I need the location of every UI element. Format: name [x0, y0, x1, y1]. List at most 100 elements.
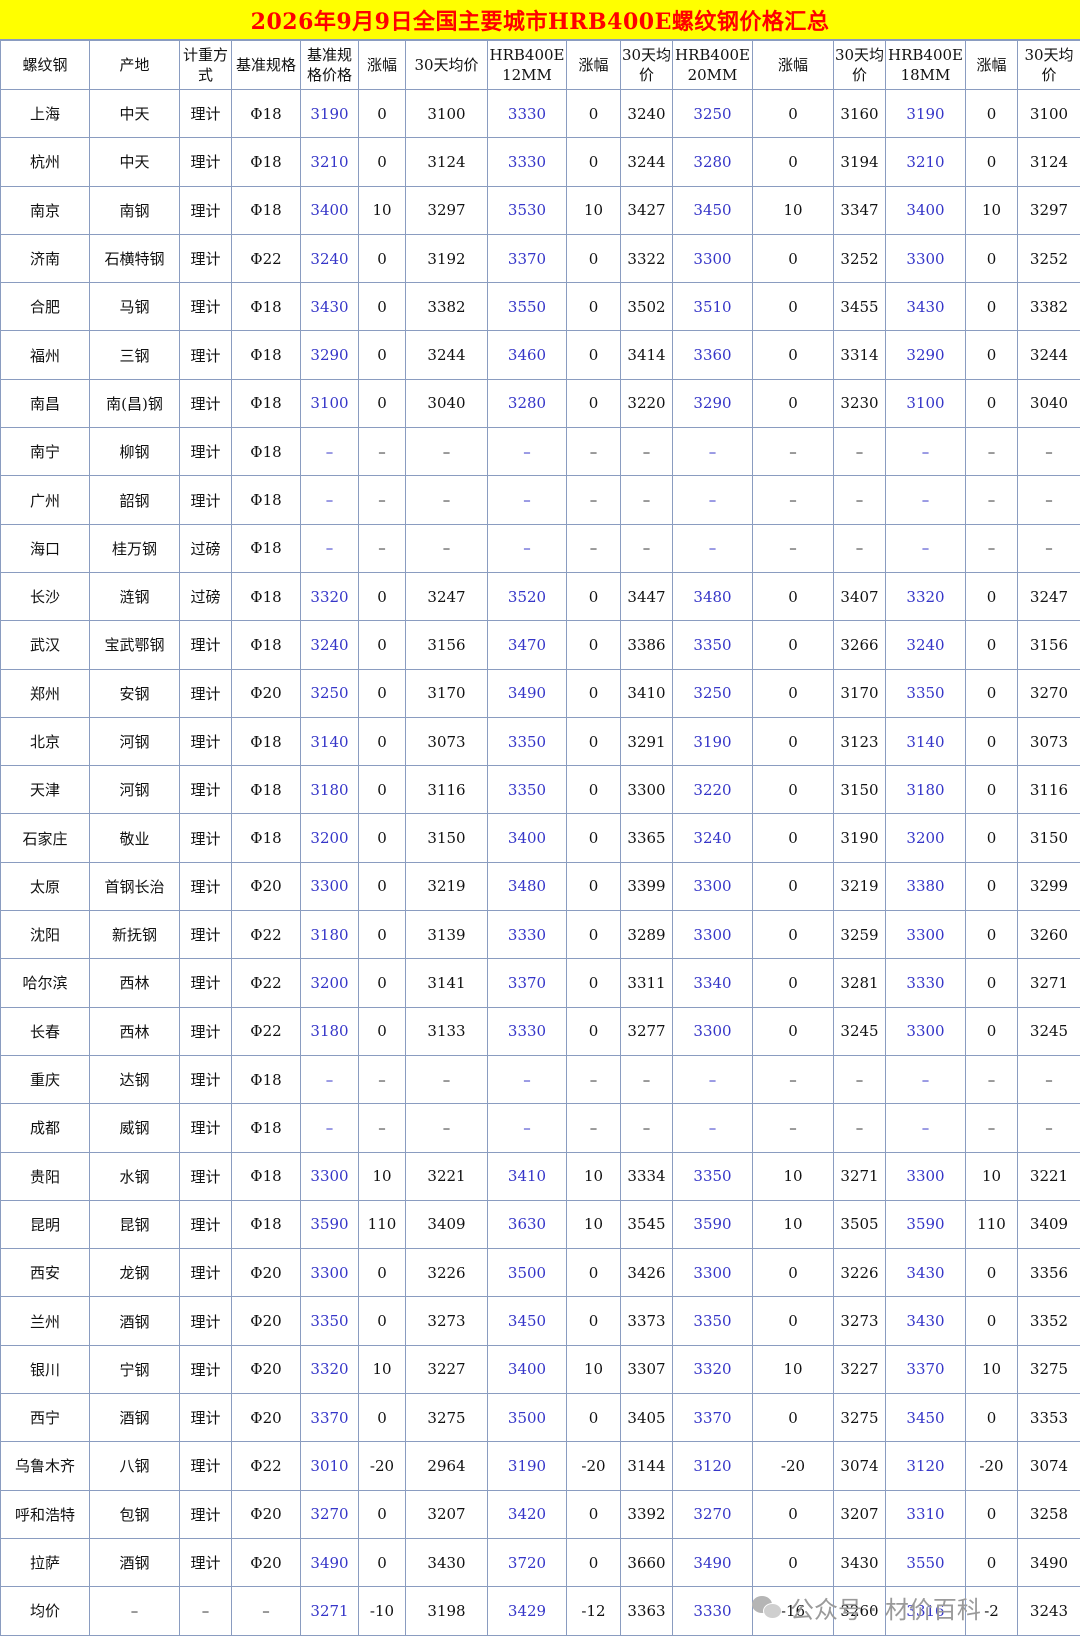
table-cell: 理计 — [180, 1345, 232, 1393]
table-cell: 3100 — [886, 379, 966, 427]
table-cell: 3490 — [301, 1538, 359, 1586]
table-cell: Φ18 — [232, 283, 301, 331]
table-cell: 3220 — [673, 766, 753, 814]
table-cell: 3350 — [673, 1297, 753, 1345]
table-row: 郑州安钢理计Φ203250031703490034103250031703350… — [1, 669, 1080, 717]
table-row: 哈尔滨西林理计Φ22320003141337003311334003281333… — [1, 959, 1080, 1007]
table-cell: 0 — [966, 621, 1018, 669]
table-cell: 3405 — [621, 1394, 673, 1442]
table-cell: – — [834, 524, 886, 572]
table-cell: 3505 — [834, 1200, 886, 1248]
table-cell: 3192 — [406, 234, 488, 282]
table-cell: 3330 — [886, 959, 966, 1007]
table-cell: – — [834, 428, 886, 476]
column-header: HRB400E 20MM — [673, 41, 753, 90]
city-cell: 济南 — [1, 234, 90, 282]
table-cell: 3386 — [621, 621, 673, 669]
table-cell: 3250 — [673, 669, 753, 717]
city-cell: 杭州 — [1, 138, 90, 186]
table-cell: 0 — [753, 1007, 834, 1055]
table-cell: 过磅 — [180, 524, 232, 572]
table-cell: 3356 — [1018, 1249, 1080, 1297]
column-header: 30天均价 — [834, 41, 886, 90]
table-cell: 10 — [567, 1152, 621, 1200]
table-cell: 0 — [966, 138, 1018, 186]
table-cell: 3590 — [301, 1200, 359, 1248]
table-cell: 0 — [753, 669, 834, 717]
city-cell: 北京 — [1, 717, 90, 765]
table-cell: – — [359, 1104, 406, 1152]
table-cell: Φ18 — [232, 621, 301, 669]
table-cell: 0 — [359, 717, 406, 765]
table-cell: Φ20 — [232, 1297, 301, 1345]
table-cell: 0 — [567, 234, 621, 282]
table-cell: 3480 — [488, 862, 567, 910]
table-cell: – — [621, 524, 673, 572]
column-header: 涨幅 — [753, 41, 834, 90]
city-cell: 上海 — [1, 90, 90, 138]
table-cell: 0 — [966, 1490, 1018, 1538]
table-cell: 0 — [753, 1249, 834, 1297]
table-cell: 3247 — [1018, 572, 1080, 620]
table-cell: 3353 — [1018, 1394, 1080, 1442]
table-cell: 3226 — [406, 1249, 488, 1297]
city-cell: 重庆 — [1, 1055, 90, 1103]
table-cell: 宁钢 — [90, 1345, 180, 1393]
city-cell: 长春 — [1, 1007, 90, 1055]
table-cell: 3300 — [301, 862, 359, 910]
table-cell: 3545 — [621, 1200, 673, 1248]
table-cell: 3150 — [406, 814, 488, 862]
table-cell: – — [966, 476, 1018, 524]
table-cell: 0 — [359, 959, 406, 1007]
table-cell: 3100 — [1018, 90, 1080, 138]
table-cell: Φ18 — [232, 90, 301, 138]
table-cell: 0 — [567, 1249, 621, 1297]
table-cell: 10 — [966, 1345, 1018, 1393]
table-cell: 3243 — [1018, 1587, 1080, 1635]
table-cell: 0 — [966, 90, 1018, 138]
table-cell: – — [966, 524, 1018, 572]
table-cell: Φ18 — [232, 814, 301, 862]
table-cell: – — [567, 524, 621, 572]
table-cell: – — [621, 1104, 673, 1152]
table-cell: 石横特钢 — [90, 234, 180, 282]
table-cell: 3244 — [406, 331, 488, 379]
column-header: 30天均价 — [1018, 41, 1080, 90]
table-cell: – — [966, 428, 1018, 476]
table-cell: 理计 — [180, 1538, 232, 1586]
table-cell: – — [359, 524, 406, 572]
table-row: 福州三钢理计Φ183290032443460034143360033143290… — [1, 331, 1080, 379]
table-cell: 3307 — [621, 1345, 673, 1393]
table-cell: 3447 — [621, 572, 673, 620]
city-cell: 成都 — [1, 1104, 90, 1152]
table-cell: 3275 — [406, 1394, 488, 1442]
price-table: 螺纹钢产地计重方式基准规格基准规格价格涨幅30天均价HRB400E 12MM涨幅… — [0, 40, 1080, 1636]
table-cell: 3160 — [834, 90, 886, 138]
table-cell: 3350 — [301, 1297, 359, 1345]
table-cell: 龙钢 — [90, 1249, 180, 1297]
table-cell: Φ18 — [232, 1055, 301, 1103]
table-cell: 3300 — [621, 766, 673, 814]
table-cell: 0 — [359, 669, 406, 717]
table-cell: – — [886, 428, 966, 476]
table-row: 呼和浩特包钢理计Φ2032700320734200339232700320733… — [1, 1490, 1080, 1538]
table-cell: 0 — [567, 1490, 621, 1538]
table-cell: 0 — [753, 911, 834, 959]
table-row: 乌鲁木齐八钢理计Φ223010-2029643190-2031443120-20… — [1, 1442, 1080, 1490]
table-cell: 3190 — [834, 814, 886, 862]
table-cell: 3370 — [673, 1394, 753, 1442]
table-cell: 3392 — [621, 1490, 673, 1538]
table-cell: 0 — [567, 1007, 621, 1055]
table-cell: Φ20 — [232, 1249, 301, 1297]
table-cell: 3290 — [886, 331, 966, 379]
table-cell: 3399 — [621, 862, 673, 910]
table-cell: 柳钢 — [90, 428, 180, 476]
table-cell: 3200 — [301, 959, 359, 1007]
table-cell: 0 — [359, 1297, 406, 1345]
table-cell: -10 — [359, 1587, 406, 1635]
table-cell: – — [673, 524, 753, 572]
table-cell: 3250 — [301, 669, 359, 717]
city-cell: 拉萨 — [1, 1538, 90, 1586]
table-cell: 3281 — [834, 959, 886, 1007]
table-cell: 首钢长治 — [90, 862, 180, 910]
